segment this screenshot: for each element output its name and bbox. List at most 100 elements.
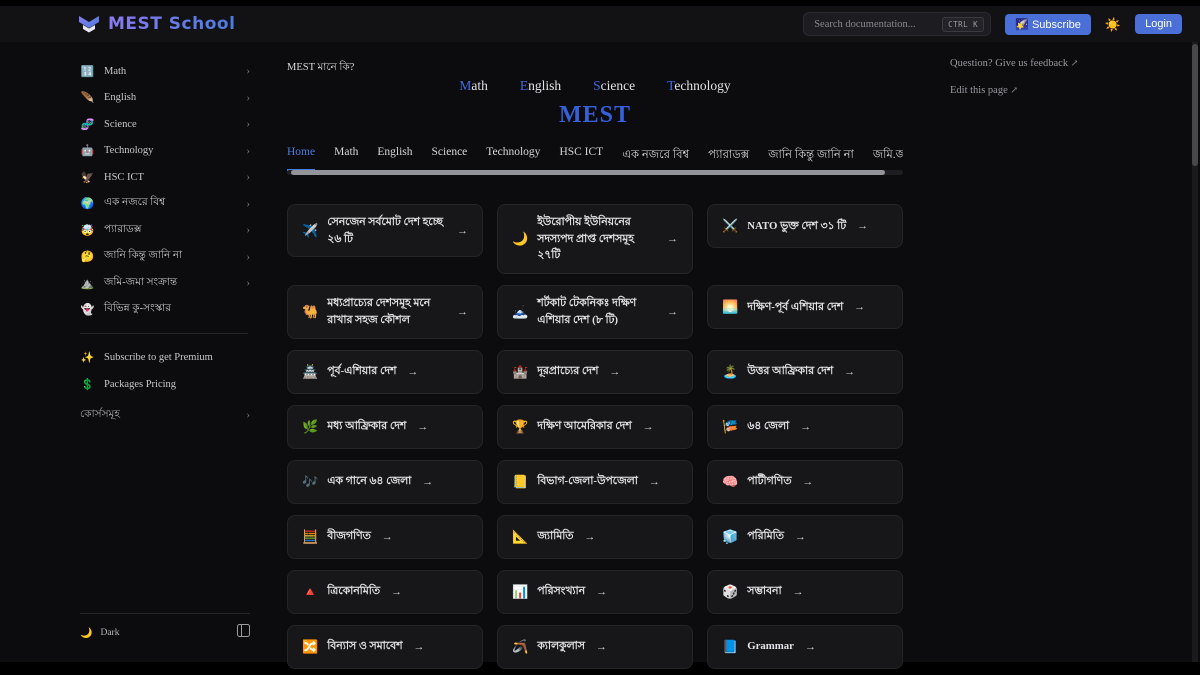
sidebar-item-math[interactable]: 🔢 Math › (80, 58, 250, 85)
card-districts-song[interactable]: 🎶 এক গানে ৬৪ জেলা → (287, 459, 483, 504)
exploding-head-icon: 🤯 (80, 224, 95, 237)
tab-math[interactable]: Math (334, 146, 358, 171)
window-scrollbar-thumb[interactable] (1192, 44, 1198, 166)
trophy-icon: 🏆 (512, 418, 529, 434)
sidebar-item-land-matters[interactable]: ⛰️ জমি-জমা সংক্রান্ত › (80, 270, 250, 297)
castle-icon: 🏯 (302, 363, 319, 379)
brand-title: MEST School (108, 14, 236, 34)
arrow-right-icon: → (794, 530, 806, 543)
card-south-america[interactable]: 🏆 দক্ষিণ আমেরিকার দেশ → (497, 404, 693, 449)
search-shortcut-badge: CTRL K (942, 16, 985, 32)
chevron-right-icon: › (246, 197, 250, 210)
edit-page-link[interactable]: Edit this page ↗ (950, 85, 1150, 96)
brand[interactable]: MEST School (78, 14, 235, 34)
dark-mode-toggle[interactable]: 🌙 Dark (80, 628, 119, 639)
tab-know-but-dont-know[interactable]: জানি কিন্তু জানি না (768, 146, 854, 171)
card-eu-members[interactable]: 🌙 ইউরোপীয় ইউনিয়নের সদস্যপদ প্রাপ্ত দেশস… (497, 204, 693, 275)
chevron-right-icon: › (246, 250, 250, 263)
chevron-right-icon: › (246, 277, 250, 290)
chevron-right-icon: › (246, 171, 250, 184)
mountain-icon: 🗻 (512, 303, 529, 319)
feedback-link[interactable]: Question? Give us feedback ↗ (950, 58, 1150, 69)
dice-icon: 🎲 (722, 583, 739, 599)
card-grammar[interactable]: 📘 Grammar → (707, 624, 903, 669)
main-content: MEST মানে কি? Math English Science Techn… (287, 42, 903, 669)
card-north-africa[interactable]: 🏝️ উত্তর আফ্রিকার দেশ → (707, 349, 903, 394)
tab-english[interactable]: English (377, 146, 412, 171)
sidebar-item-science[interactable]: 🧬 Science › (80, 111, 250, 138)
sidebar-item-hsc-ict[interactable]: 🦅 HSC ICT › (80, 164, 250, 191)
tab-technology[interactable]: Technology (486, 146, 540, 171)
tab-world-at-a-glance[interactable]: এক নজরে বিশ্ব (622, 146, 689, 171)
card-64-districts[interactable]: 🎏 ৬৪ জেলা → (707, 404, 903, 449)
card-permutation-combination[interactable]: 🔀 বিন্যাস ও সমাবেশ → (287, 624, 483, 669)
word-science: Science (593, 78, 636, 93)
window-scrollbar[interactable] (1192, 42, 1198, 662)
brand-logo-icon (78, 14, 100, 34)
card-division-district-upazila[interactable]: 📒 বিভাগ-জেলা-উপজেলা → (497, 459, 693, 504)
tab-paradox[interactable]: প্যারাডক্স (708, 146, 749, 171)
theme-toggle-sun-icon[interactable]: ☀️ (1105, 18, 1121, 31)
card-probability[interactable]: 🎲 সম্ভাবনা → (707, 569, 903, 614)
tab-home[interactable]: Home (287, 146, 316, 171)
triangle-ruler-icon: 📐 (512, 528, 529, 544)
island-icon: 🏝️ (722, 363, 739, 379)
sidebar-item-superstitions[interactable]: 👻 বিভিন্ন কু-সংস্কার (80, 297, 250, 324)
card-arithmetic[interactable]: 🧠 পাটীগণিত → (707, 459, 903, 504)
top-navbar: MEST School Search documentation... CTRL… (0, 6, 1200, 42)
card-schengen-countries[interactable]: ✈️ সেনজেন সর্বমোট দেশ হচ্ছে ২৬ টি → (287, 204, 483, 258)
sidebar-item-english[interactable]: 🪶 English › (80, 85, 250, 112)
chevron-right-icon: › (246, 224, 250, 237)
arrow-right-icon: → (642, 420, 654, 433)
dna-icon: 🧬 (80, 118, 95, 131)
tab-land-matters[interactable]: জমি.জমা সংক্রান্ত (873, 146, 903, 171)
arrow-right-icon: → (407, 365, 419, 378)
blue-book-icon: 📘 (722, 638, 739, 654)
card-statistics[interactable]: 📊 পরিসংখ্যান → (497, 569, 693, 614)
sidebar-divider (80, 333, 248, 334)
login-button[interactable]: Login (1135, 14, 1182, 34)
tab-hsc-ict[interactable]: HSC ICT (559, 146, 603, 171)
word-math: Math (459, 78, 488, 93)
sidebar: 🔢 Math › 🪶 English › 🧬 Science › 🤖 Techn… (60, 42, 270, 650)
card-trigonometry[interactable]: 🔺 ত্রিকোনমিতি → (287, 569, 483, 614)
arrow-right-icon: → (609, 365, 621, 378)
sidebar-collapse-icon[interactable] (237, 624, 250, 642)
tab-science[interactable]: Science (432, 146, 468, 171)
sidebar-item-technology[interactable]: 🤖 Technology › (80, 138, 250, 165)
sidebar-item-courses[interactable]: কোর্সসমূহ › (80, 402, 250, 429)
bar-chart-icon: 📊 (512, 583, 529, 599)
subscribe-button[interactable]: 🌠 Subscribe (1005, 13, 1091, 35)
card-calculus[interactable]: 🪃 ক্যালকুলাস → (497, 624, 693, 669)
sidebar-item-know-but-dont-know[interactable]: 🤔 জানি কিন্তু জানি না › (80, 244, 250, 271)
music-notes-icon: 🎶 (302, 473, 319, 489)
card-middle-east-trick[interactable]: 🐫 মধ্যপ্রাচ্যের দেশসমূহ মনে রাখার সহজ কৌশ… (287, 285, 483, 339)
sidebar-item-paradox[interactable]: 🤯 প্যারাডক্স › (80, 217, 250, 244)
abacus-icon: 🧮 (302, 528, 319, 544)
card-geometry[interactable]: 📐 জ্যামিতি → (497, 514, 693, 559)
brain-icon: 🧠 (722, 473, 739, 489)
card-central-africa[interactable]: 🌿 মধ্য আফ্রিকার দেশ → (287, 404, 483, 449)
arrow-right-icon: → (804, 640, 816, 653)
arrow-right-icon: → (854, 301, 866, 314)
arrow-right-icon: → (857, 220, 869, 232)
search-placeholder: Search documentation... (814, 18, 916, 30)
search-input[interactable]: Search documentation... CTRL K (803, 12, 992, 36)
tab-scrollbar-thumb[interactable] (291, 170, 885, 175)
card-mensuration[interactable]: 🧊 পরিমিতি → (707, 514, 903, 559)
sidebar-item-subscribe-premium[interactable]: ✨ Subscribe to get Premium (80, 344, 270, 371)
card-south-asia-shortcut[interactable]: 🗻 শর্টকাট টেকনিকঃ দক্ষিণ এশিয়ার দেশ (৮ ট… (497, 285, 693, 339)
word-technology: Technology (667, 78, 731, 93)
arrow-right-icon: → (390, 585, 402, 598)
arrow-right-icon: → (457, 224, 468, 237)
dollar-icon: 💲 (80, 379, 95, 391)
tab-scrollbar[interactable] (287, 170, 903, 175)
card-southeast-asia[interactable]: 🌅 দক্ষিণ-পূর্ব এশিয়ার দেশ → (707, 285, 903, 330)
sidebar-item-packages-pricing[interactable]: 💲 Packages Pricing (80, 371, 270, 398)
card-nato-countries[interactable]: ⚔️ NATO ভুক্ত দেশ ৩১ টি → (707, 204, 903, 248)
card-algebra[interactable]: 🧮 বীজগণিত → (287, 514, 483, 559)
crescent-icon: 🌙 (512, 231, 529, 247)
card-far-east[interactable]: 🏰 দূরপ্রাচ্যের দেশ → (497, 349, 693, 394)
sidebar-item-world-at-a-glance[interactable]: 🌍 এক নজরে বিশ্ব › (80, 191, 250, 218)
card-east-asia[interactable]: 🏯 পূর্ব-এশিয়ার দেশ → (287, 349, 483, 394)
